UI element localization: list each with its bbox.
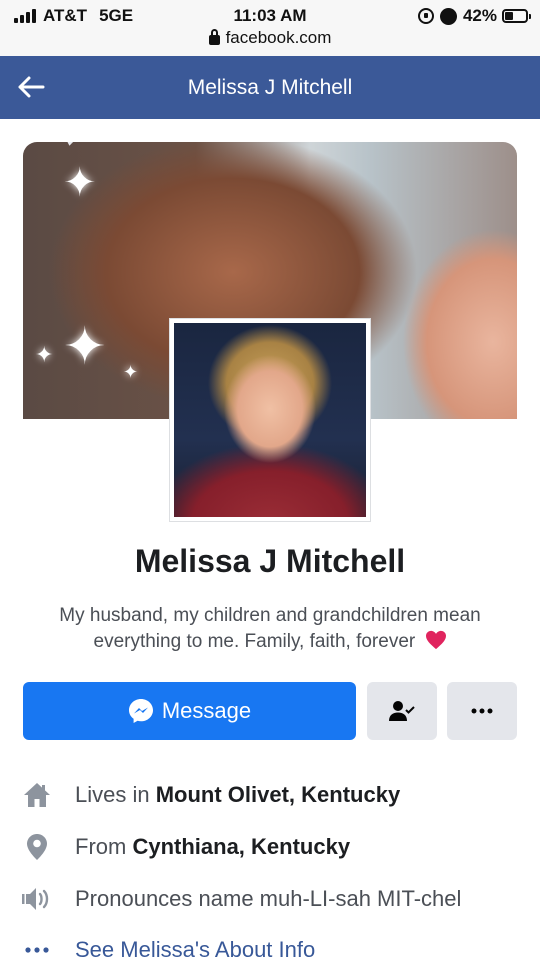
profile-bio: My husband, my children and grandchildre…	[30, 603, 510, 655]
bio-text: My husband, my children and grandchildre…	[59, 605, 481, 652]
from-value[interactable]: Cynthiana, Kentucky	[132, 834, 350, 860]
heart-icon	[425, 630, 446, 650]
about-info-link[interactable]: See Melissa's About Info	[75, 937, 315, 960]
status-bar: AT&T 5GE 11:03 AM 42% facebook.com	[0, 0, 540, 56]
from-row: From Cynthiana, Kentucky	[22, 829, 522, 865]
pronounce-row: Pronounces name muh-LI-sah MIT-chel	[22, 881, 522, 917]
lives-value[interactable]: Mount Olivet, Kentucky	[156, 782, 400, 808]
messenger-icon	[128, 699, 153, 723]
lock-icon	[208, 29, 220, 45]
battery-percent: 42%	[462, 6, 497, 25]
home-icon	[22, 780, 52, 810]
pronounce-text: Pronounces name muh-LI-sah MIT-chel	[75, 886, 462, 911]
profile-name: Melissa J Mitchell	[134, 543, 406, 579]
speaker-icon[interactable]	[22, 884, 52, 914]
sparkle-icon: ✦	[123, 362, 139, 382]
friend-status-button[interactable]	[367, 682, 437, 740]
sparkle-icon: ✦	[63, 318, 107, 376]
message-button[interactable]: Message	[23, 682, 356, 740]
more-icon	[471, 708, 493, 714]
sparkle-icon: ✦	[35, 342, 54, 367]
ellipsis-icon	[22, 935, 52, 960]
lives-in-row: Lives in Mount Olivet, Kentucky	[22, 777, 522, 813]
battery-icon	[502, 9, 531, 23]
sparkle-icon: ✦	[63, 161, 97, 205]
about-row[interactable]: See Melissa's About Info	[22, 932, 522, 960]
profile-picture[interactable]	[170, 319, 370, 521]
location-pin-icon	[22, 832, 52, 862]
url-text: facebook.com	[225, 28, 332, 47]
message-label: Message	[161, 698, 252, 723]
url-bar[interactable]: facebook.com	[0, 28, 540, 48]
friend-check-icon	[389, 701, 415, 721]
status-right: 42%	[417, 6, 531, 26]
header-title: Melissa J Mitchell	[187, 76, 353, 99]
rotation-lock-icon	[417, 8, 434, 24]
from-prefix: From	[75, 834, 133, 859]
alarm-icon	[439, 7, 457, 25]
more-options-button[interactable]	[447, 682, 517, 740]
battery-fill	[505, 12, 513, 20]
app-header: Melissa J Mitchell	[0, 56, 540, 119]
lives-prefix: Lives in	[75, 782, 156, 807]
